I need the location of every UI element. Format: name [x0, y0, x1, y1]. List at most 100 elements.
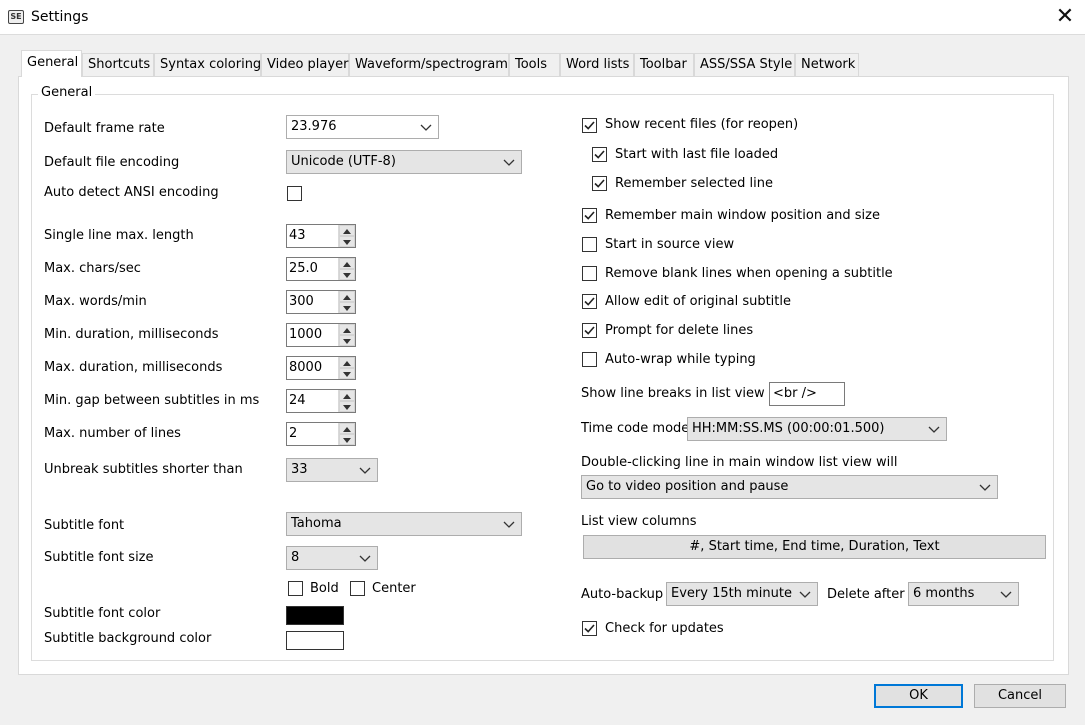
auto-wrap-checkbox[interactable]: [582, 352, 597, 367]
unbreak-shorter-combo[interactable]: 33: [286, 458, 378, 482]
spin-up-icon[interactable]: [339, 225, 355, 236]
spin-up-icon[interactable]: [339, 390, 355, 401]
subtitle-font-size-combo[interactable]: 8: [286, 546, 378, 570]
remember-selected-line-checkbox[interactable]: [592, 176, 607, 191]
list-view-columns-button[interactable]: #, Start time, End time, Duration, Text: [583, 535, 1046, 559]
show-recent-files-checkbox[interactable]: [582, 118, 597, 133]
checkmark-icon: [584, 297, 595, 306]
time-code-mode-combo[interactable]: HH:MM:SS.MS (00:00:01.500): [687, 417, 947, 441]
tab-waveform-spectrogram[interactable]: Waveform/spectrogram: [349, 53, 509, 76]
tab-tools[interactable]: Tools: [509, 53, 560, 76]
tab-ass-ssa-style[interactable]: ASS/SSA Style: [694, 53, 795, 76]
bold-checkbox[interactable]: [288, 581, 303, 596]
list-view-columns-label: List view columns: [581, 514, 697, 529]
show-recent-files-label: Show recent files (for reopen): [605, 117, 799, 132]
max-words-min-stepper[interactable]: 300: [286, 290, 356, 314]
subtitle-font-label: Subtitle font: [44, 518, 125, 533]
auto-backup-value: Every 15th minute: [671, 586, 792, 601]
tab-toolbar[interactable]: Toolbar: [634, 53, 694, 76]
remove-blank-lines-checkbox[interactable]: [582, 266, 597, 281]
spin-down-icon[interactable]: [339, 236, 355, 247]
checkmark-icon: [584, 624, 595, 633]
unbreak-shorter-label: Unbreak subtitles shorter than: [44, 462, 243, 477]
chevron-down-icon: [928, 418, 940, 433]
tab-shortcuts[interactable]: Shortcuts: [82, 53, 154, 76]
default-frame-rate-label: Default frame rate: [44, 121, 165, 136]
title-separator: [0, 34, 1085, 35]
remember-window-position-checkbox[interactable]: [582, 208, 597, 223]
spin-down-icon[interactable]: [339, 335, 355, 346]
tab-word-lists[interactable]: Word lists: [560, 53, 634, 76]
window-title: Settings: [31, 9, 89, 25]
center-checkbox[interactable]: [350, 581, 365, 596]
spin-up-icon[interactable]: [339, 357, 355, 368]
chevron-down-icon: [979, 476, 991, 491]
check-for-updates-checkbox[interactable]: [582, 621, 597, 636]
default-frame-rate-value: 23.976: [291, 119, 337, 134]
max-duration-label: Max. duration, milliseconds: [44, 360, 223, 375]
chevron-down-icon: [359, 459, 371, 474]
subtitle-font-combo[interactable]: Tahoma: [286, 512, 522, 536]
spin-up-icon[interactable]: [339, 324, 355, 335]
default-file-encoding-label: Default file encoding: [44, 155, 180, 170]
spin-up-icon[interactable]: [339, 291, 355, 302]
subtitle-font-color-swatch[interactable]: [286, 606, 344, 625]
tab-network[interactable]: Network: [795, 53, 859, 76]
spin-down-icon[interactable]: [339, 368, 355, 379]
start-with-last-file-checkbox[interactable]: [592, 147, 607, 162]
spin-down-icon[interactable]: [339, 434, 355, 445]
min-gap-label: Min. gap between subtitles in ms: [44, 393, 260, 408]
min-gap-stepper[interactable]: 24: [286, 389, 356, 413]
prompt-delete-lines-checkbox[interactable]: [582, 323, 597, 338]
start-in-source-view-checkbox[interactable]: [582, 237, 597, 252]
spin-up-icon[interactable]: [339, 423, 355, 434]
chevron-down-icon: [799, 583, 811, 598]
allow-edit-original-checkbox[interactable]: [582, 294, 597, 309]
tab-video-player[interactable]: Video player: [261, 53, 349, 76]
max-lines-stepper[interactable]: 2: [286, 422, 356, 446]
single-line-max-length-label: Single line max. length: [44, 228, 194, 243]
stepper-value: 8000: [289, 360, 323, 375]
spin-up-icon[interactable]: [339, 258, 355, 269]
stepper-value: 1000: [289, 327, 323, 342]
min-duration-stepper[interactable]: 1000: [286, 323, 356, 347]
auto-backup-label: Auto-backup: [581, 587, 664, 602]
auto-backup-combo[interactable]: Every 15th minute: [666, 582, 818, 606]
ok-button[interactable]: OK: [874, 684, 963, 708]
max-words-min-label: Max. words/min: [44, 294, 147, 309]
tab-general[interactable]: General: [21, 50, 82, 77]
general-groupbox: [31, 94, 1054, 661]
tab-syntax-coloring[interactable]: Syntax coloring: [154, 53, 261, 76]
max-chars-sec-label: Max. chars/sec: [44, 261, 141, 276]
chevron-down-icon: [1000, 583, 1012, 598]
stepper-value: 2: [289, 426, 298, 441]
spin-down-icon[interactable]: [339, 302, 355, 313]
start-in-source-view-label: Start in source view: [605, 237, 735, 252]
spin-down-icon[interactable]: [339, 269, 355, 280]
double-click-value: Go to video position and pause: [586, 479, 789, 494]
close-icon[interactable]: ✕: [1048, 2, 1082, 32]
max-chars-sec-stepper[interactable]: 25.0: [286, 257, 356, 281]
single-line-max-length-stepper[interactable]: 43: [286, 224, 356, 248]
prompt-delete-lines-label: Prompt for delete lines: [605, 323, 754, 338]
center-label: Center: [372, 581, 416, 596]
remove-blank-lines-label: Remove blank lines when opening a subtit…: [605, 266, 893, 281]
max-duration-stepper[interactable]: 8000: [286, 356, 356, 380]
min-duration-label: Min. duration, milliseconds: [44, 327, 219, 342]
delete-after-combo[interactable]: 6 months: [908, 582, 1019, 606]
spin-down-icon[interactable]: [339, 401, 355, 412]
subtitle-background-color-swatch[interactable]: [286, 631, 344, 650]
cancel-button[interactable]: Cancel: [974, 684, 1066, 708]
max-lines-label: Max. number of lines: [44, 426, 181, 441]
double-click-combo[interactable]: Go to video position and pause: [581, 475, 998, 499]
groupbox-title: General: [38, 85, 96, 100]
time-code-mode-value: HH:MM:SS.MS (00:00:01.500): [692, 421, 885, 436]
chevron-down-icon: [503, 151, 515, 166]
auto-detect-ansi-checkbox[interactable]: [287, 186, 302, 201]
double-click-label: Double-clicking line in main window list…: [581, 455, 898, 470]
default-file-encoding-combo[interactable]: Unicode (UTF-8): [286, 150, 522, 174]
line-breaks-label: Show line breaks in list view as: [581, 386, 784, 401]
default-frame-rate-combo[interactable]: 23.976: [286, 115, 439, 139]
allow-edit-original-label: Allow edit of original subtitle: [605, 294, 791, 309]
line-breaks-input[interactable]: <br />: [769, 382, 845, 406]
